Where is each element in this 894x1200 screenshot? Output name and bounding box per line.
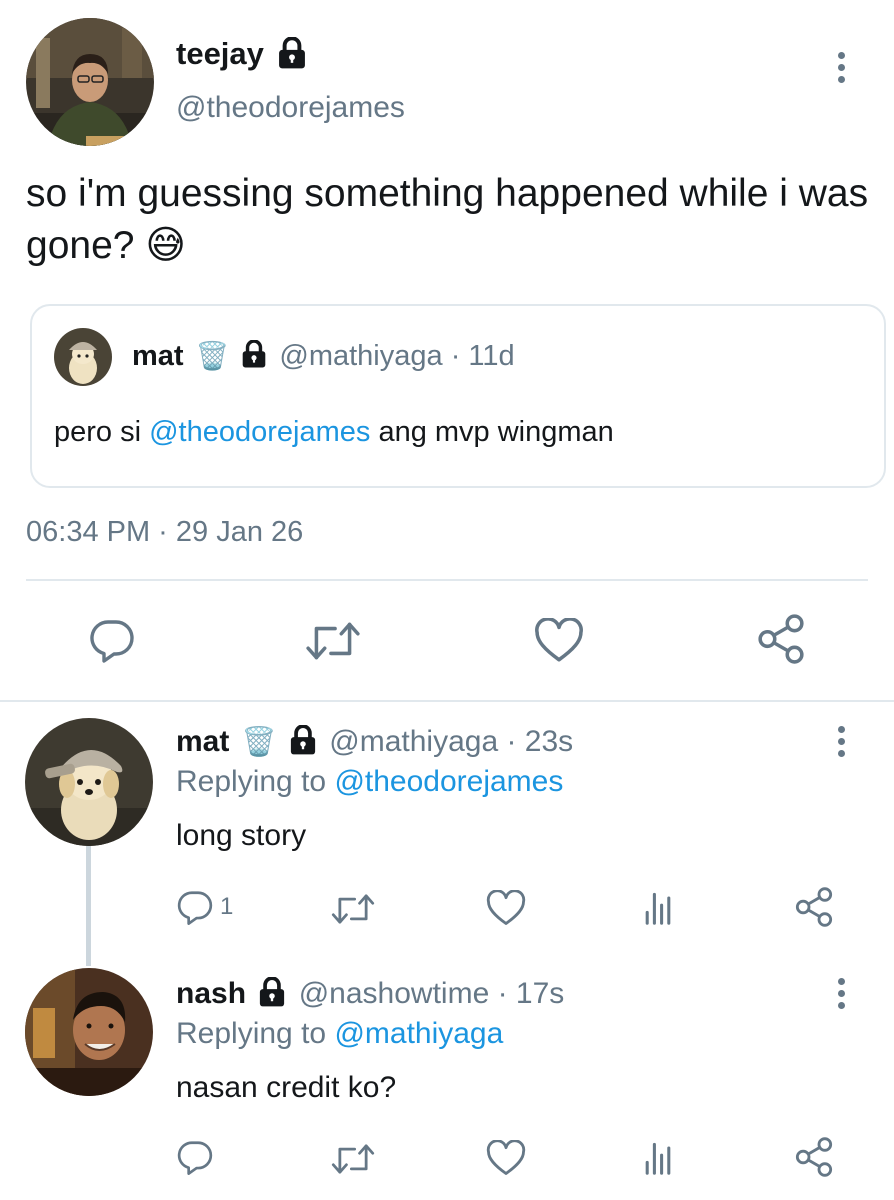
analytics-icon bbox=[640, 1138, 676, 1176]
reply-count: 1 bbox=[220, 893, 234, 920]
retweet-button[interactable] bbox=[304, 620, 362, 662]
reply1-time: · 23s bbox=[506, 725, 574, 758]
lock-icon bbox=[241, 340, 267, 368]
author-line: teejay bbox=[176, 34, 307, 74]
trash-badge-icon: 🗑️ bbox=[241, 726, 277, 757]
avatar-nash[interactable] bbox=[25, 968, 153, 1096]
like-icon bbox=[534, 618, 584, 664]
reply-icon bbox=[176, 1138, 214, 1176]
reply-icon bbox=[88, 616, 136, 664]
lock-icon bbox=[289, 725, 317, 755]
reply-button[interactable] bbox=[88, 616, 136, 664]
quoted-text: pero si @theodorejames ang mvp wingman bbox=[54, 412, 614, 452]
reply2-text: nasan credit ko? bbox=[176, 1071, 397, 1104]
display-name[interactable]: teejay bbox=[176, 36, 264, 71]
analytics-button[interactable] bbox=[640, 888, 676, 926]
more-icon[interactable] bbox=[835, 52, 847, 88]
quoted-text-prefix: pero si bbox=[54, 416, 150, 448]
quoted-text-suffix: ang mvp wingman bbox=[370, 416, 614, 448]
more-icon[interactable] bbox=[835, 978, 847, 1014]
lock-icon bbox=[258, 977, 286, 1007]
replying-to-link[interactable]: @mathiyaga bbox=[334, 1017, 503, 1050]
reply-button[interactable] bbox=[176, 1138, 214, 1176]
share-button[interactable] bbox=[756, 614, 806, 664]
share-button[interactable] bbox=[794, 1137, 834, 1177]
analytics-button[interactable] bbox=[640, 1138, 676, 1176]
retweet-button[interactable] bbox=[330, 1142, 376, 1176]
reply1-author-line: mat 🗑️ @mathiyaga · 23s bbox=[176, 722, 573, 762]
retweet-icon bbox=[330, 892, 376, 926]
avatar-mat[interactable] bbox=[25, 718, 153, 846]
reply1-display-name[interactable]: mat bbox=[176, 725, 229, 758]
quoted-tweet-card[interactable]: mat 🗑️ @mathiyaga · 11d pero si @theodor… bbox=[30, 304, 886, 488]
share-icon bbox=[794, 887, 834, 927]
quoted-author-line: mat 🗑️ @mathiyaga · 11d bbox=[132, 336, 515, 376]
section-divider bbox=[0, 700, 894, 702]
handle[interactable]: @theodorejames bbox=[176, 88, 405, 128]
like-button[interactable] bbox=[486, 1140, 526, 1177]
reply1-replying-to: Replying to @theodorejames bbox=[176, 762, 563, 802]
retweet-button[interactable] bbox=[330, 892, 376, 926]
avatar-teejay[interactable] bbox=[26, 18, 154, 146]
like-icon bbox=[486, 1140, 526, 1177]
tweet-text: so i'm guessing something happened while… bbox=[26, 172, 869, 267]
tweet-timestamp[interactable]: 06:34 PM · 29 Jan 26 bbox=[26, 512, 303, 552]
reply2-time: · 17s bbox=[497, 977, 565, 1010]
share-icon bbox=[794, 1137, 834, 1177]
like-button[interactable] bbox=[534, 618, 584, 664]
reply1-handle[interactable]: @mathiyaga bbox=[329, 725, 498, 758]
like-button[interactable] bbox=[486, 890, 526, 927]
reply2-replying-to: Replying to @mathiyaga bbox=[176, 1014, 503, 1054]
retweet-icon bbox=[330, 1142, 376, 1176]
reply-icon bbox=[176, 888, 214, 926]
share-icon bbox=[756, 614, 806, 664]
trash-badge-icon: 🗑️ bbox=[195, 341, 230, 371]
avatar-mat-small bbox=[54, 328, 112, 386]
reply2-author-line: nash @nashowtime · 17s bbox=[176, 974, 564, 1014]
more-icon[interactable] bbox=[835, 726, 847, 762]
share-button[interactable] bbox=[794, 887, 834, 927]
replying-to-label: Replying to bbox=[176, 1017, 335, 1050]
divider bbox=[26, 579, 868, 581]
reply2-display-name[interactable]: nash bbox=[176, 977, 246, 1010]
thread-line bbox=[86, 846, 91, 966]
quoted-handle: @mathiyaga bbox=[279, 340, 443, 372]
reply-button[interactable]: 1 bbox=[176, 888, 233, 926]
analytics-icon bbox=[640, 888, 676, 926]
replying-to-link[interactable]: @theodorejames bbox=[334, 765, 563, 798]
reply2-handle[interactable]: @nashowtime bbox=[299, 977, 490, 1010]
quoted-display-name: mat bbox=[132, 340, 184, 372]
reply1-text: long story bbox=[176, 819, 307, 852]
quoted-time: · 11d bbox=[450, 340, 515, 372]
like-icon bbox=[486, 890, 526, 927]
replying-to-label: Replying to bbox=[176, 765, 335, 798]
retweet-icon bbox=[304, 620, 362, 662]
quoted-mention-link[interactable]: @theodorejames bbox=[149, 416, 370, 448]
lock-icon bbox=[277, 37, 307, 69]
